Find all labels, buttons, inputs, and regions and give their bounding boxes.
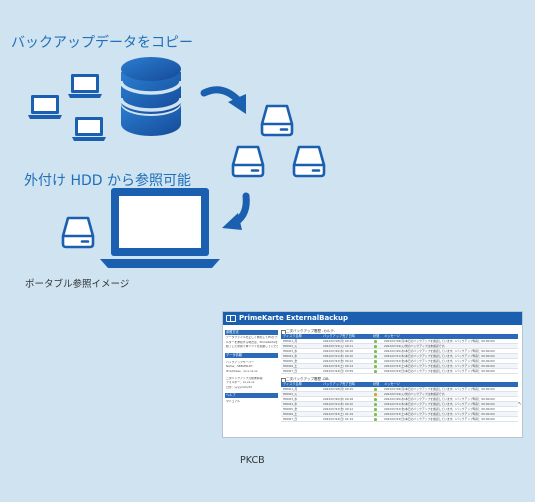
laptop-icon <box>68 74 102 98</box>
laptop-icon <box>100 188 220 268</box>
table-karte-body: HDD01_月 2022/07/18(月) 00:15 2022/07/18(月)本… <box>281 339 518 374</box>
status-icon <box>374 408 377 411</box>
laptop-icon <box>72 117 106 141</box>
backup-date: 2022/07/24(日) 23:59 <box>323 369 354 373</box>
sidebar-item-manual[interactable]: マニュアル <box>225 400 278 404</box>
arrow-curve-icon <box>200 86 246 114</box>
sidebar-item-secondary-backup[interactable]: 二次バックアップ元端末情報 <box>225 377 278 381</box>
mouse-cursor-icon: ↖ <box>518 401 523 407</box>
table-row[interactable]: HDD07_日 2022/07/24(日) 23:59 2022/07/24(日)本… <box>281 369 518 374</box>
sidebar-text: Name：SERVER-PC <box>226 365 253 369</box>
hard-drive-icon <box>260 104 294 137</box>
sidebar-text: データファイルを正しく参照してPCのフォ <box>226 336 278 339</box>
arrow-curve-icon <box>222 192 250 230</box>
status-icon <box>374 393 377 396</box>
status-icon <box>374 360 377 363</box>
status-icon <box>374 398 377 401</box>
status-icon <box>374 350 377 353</box>
sidebar-text: フォルダー：xx.xx.xx <box>226 381 255 385</box>
sidebar-item-backup-server[interactable]: バックアップサーバー <box>225 361 278 365</box>
disk-name: HDD07_日 <box>283 369 298 373</box>
sidebar-section-title: 参照方法 <box>225 330 278 335</box>
database-icon <box>119 57 183 136</box>
app-sidebar: 参照方法 データファイルを正しく参照してPCのフォ ルダーを参照する場合は、Pr… <box>225 328 278 435</box>
app-header: PrimeKarte ExternalBackup <box>223 312 522 325</box>
status-icon <box>374 403 377 406</box>
sidebar-section-title: データ情報 <box>225 352 278 358</box>
app-screenshot: PrimeKarte ExternalBackup 参照方法 データファイルを正… <box>222 311 523 438</box>
pkcb-caption: PKCB <box>240 455 265 466</box>
status-icon <box>374 345 377 348</box>
sidebar-text: ルダーを参照する場合は、PrimeKarteを <box>226 340 278 344</box>
sidebar-text: 終了した状態で本ソフトを起動してください。 <box>226 345 278 349</box>
status-icon <box>374 370 377 373</box>
sidebar-text: 日付：yyyy/mm/dd <box>226 385 252 389</box>
app-main: 二次バックアップ履歴 -カルテ- ディスク名称 バックアップ完了日時 状態 メッ… <box>281 328 518 435</box>
app-title: PrimeKarte ExternalBackup <box>239 314 348 322</box>
backup-date: 2022/07/24(日) 01:19 <box>323 417 354 421</box>
sidebar-section-title: ヘルプ <box>225 393 278 399</box>
laptop-icon <box>28 95 62 119</box>
backup-illustration <box>28 57 326 268</box>
status-icon <box>374 355 377 358</box>
table-db-body: HDD01_月 2022/07/18(月) 00:15 2022/07/18(月)本… <box>281 387 518 422</box>
app-logo-icon <box>226 315 236 322</box>
status-icon <box>374 418 377 421</box>
status-icon <box>374 365 377 368</box>
disk-name: HDD07_日 <box>283 417 298 421</box>
table-row[interactable]: HDD07_日 2022/07/24(日) 01:19 2022/07/24(日)本… <box>281 417 518 422</box>
hard-drive-icon <box>61 216 95 249</box>
status-icon <box>374 340 377 343</box>
hard-drive-icon <box>292 145 326 178</box>
status-message: 2022/07/24(日)本日のバックアップを確認しています。(バックアップ時刻… <box>384 369 495 373</box>
hard-drive-icon <box>231 145 265 178</box>
status-icon <box>374 388 377 391</box>
status-message: 2022/07/24(日)本日のバックアップを確認しています。(バックアップ時刻… <box>384 417 495 421</box>
sidebar-text: IP Address：xx.x.xx.xx <box>226 369 258 373</box>
status-icon <box>374 413 377 416</box>
